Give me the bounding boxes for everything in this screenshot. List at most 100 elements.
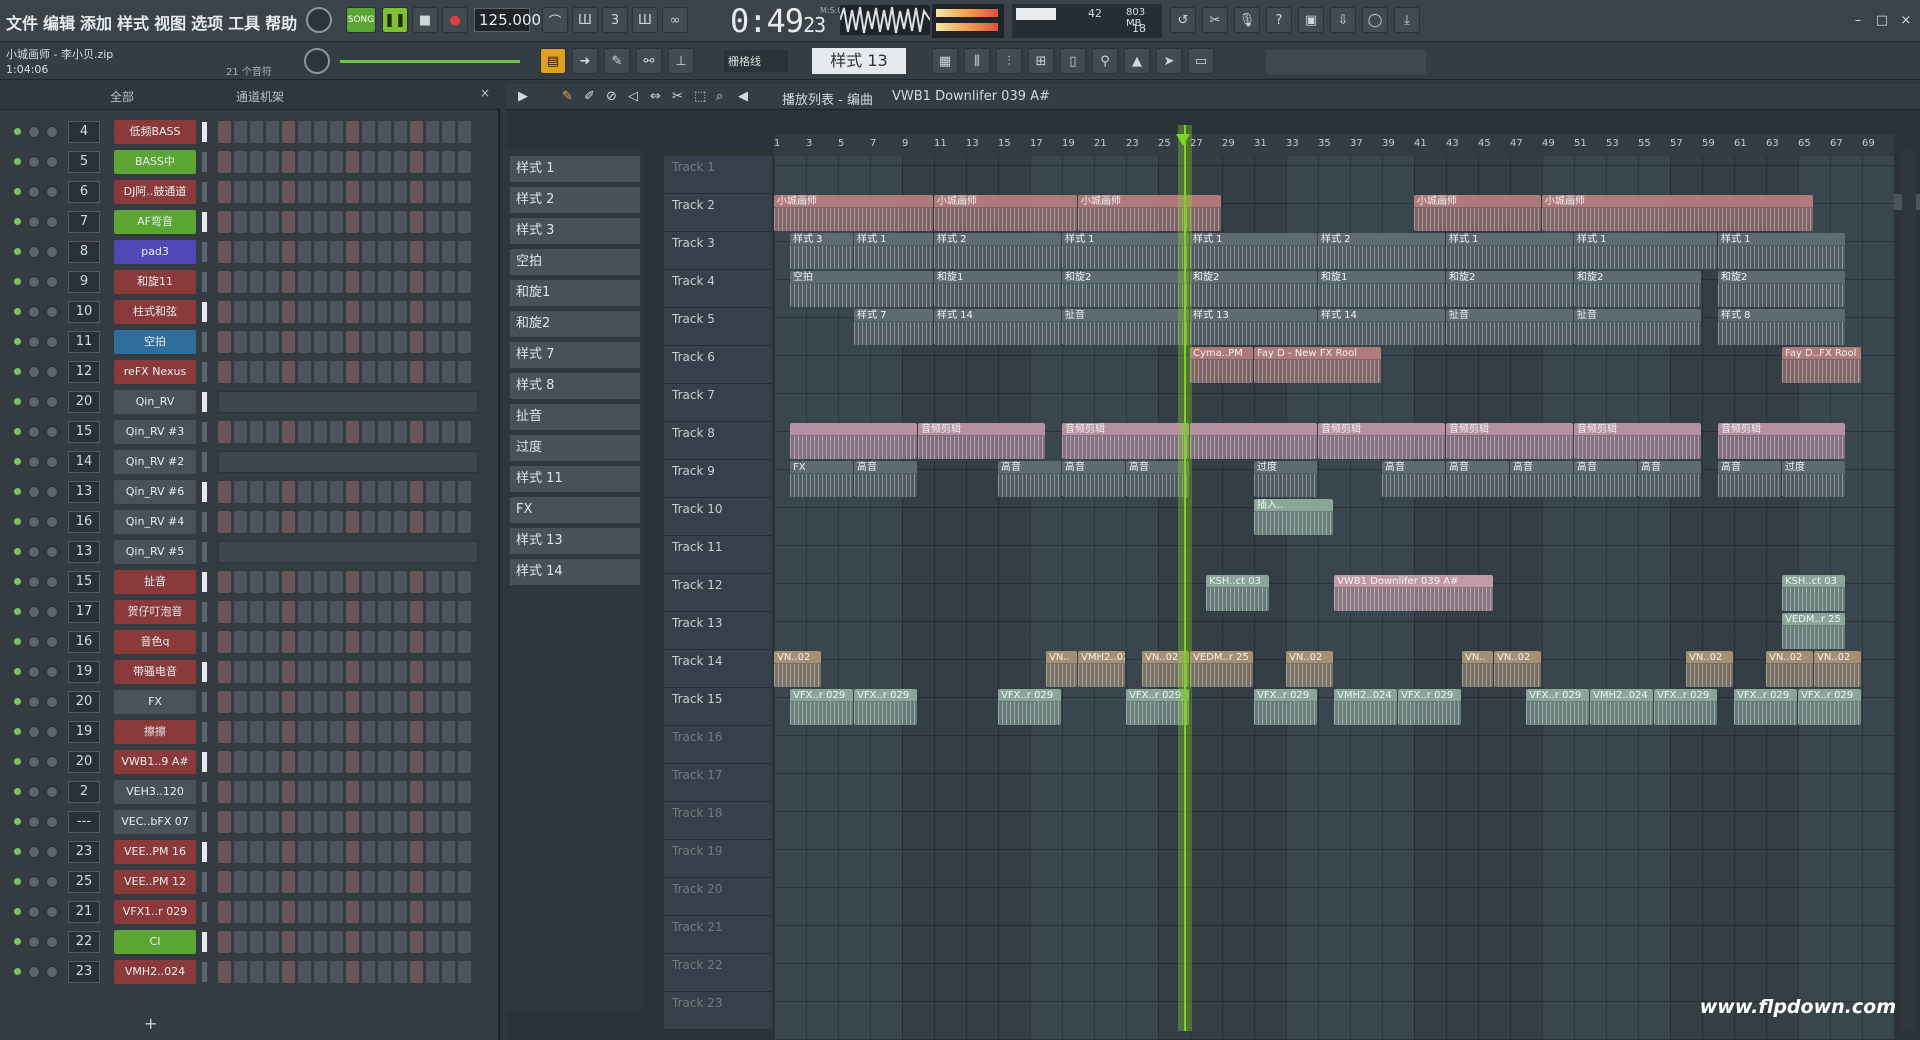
stamp-icon[interactable]: ⊥ bbox=[668, 48, 694, 74]
step-button[interactable] bbox=[346, 331, 359, 353]
channel-volume-knob[interactable] bbox=[46, 126, 58, 138]
channel-mute-led[interactable] bbox=[14, 728, 21, 735]
step-button[interactable] bbox=[250, 631, 263, 653]
playlist-clip[interactable] bbox=[790, 423, 917, 459]
step-button[interactable] bbox=[426, 961, 439, 983]
step-button[interactable] bbox=[426, 871, 439, 893]
channel-select-indicator[interactable] bbox=[202, 212, 207, 232]
channel-pan-knob[interactable] bbox=[28, 246, 40, 258]
channel-mixer-track[interactable]: 20 bbox=[68, 391, 100, 413]
step-button[interactable] bbox=[330, 691, 343, 713]
step-button[interactable] bbox=[250, 481, 263, 503]
step-button[interactable] bbox=[362, 871, 375, 893]
channel-pan-knob[interactable] bbox=[28, 546, 40, 558]
pin-icon[interactable]: ▲ bbox=[1124, 48, 1150, 74]
step-button[interactable] bbox=[346, 571, 359, 593]
step-button[interactable] bbox=[410, 631, 423, 653]
step-button[interactable] bbox=[282, 571, 295, 593]
step-button[interactable] bbox=[250, 121, 263, 143]
channel-volume-knob[interactable] bbox=[46, 966, 58, 978]
step-button[interactable] bbox=[458, 271, 471, 293]
step-button[interactable] bbox=[426, 151, 439, 173]
step-button[interactable] bbox=[330, 781, 343, 803]
track-header[interactable]: Track 5 bbox=[664, 308, 772, 346]
channel-name-button[interactable]: reFX Nexus bbox=[114, 360, 196, 384]
channel-row[interactable]: 19 带骚电音 bbox=[6, 658, 486, 686]
step-sequencer[interactable] bbox=[218, 901, 478, 923]
step-button[interactable] bbox=[426, 781, 439, 803]
playlist-clip[interactable]: VWB1 Downlifer 039 A# bbox=[1334, 575, 1493, 611]
playlist-clip[interactable]: 高音 bbox=[1382, 461, 1445, 497]
channel-select-indicator[interactable] bbox=[202, 392, 207, 412]
step-button[interactable] bbox=[362, 481, 375, 503]
channel-pan-knob[interactable] bbox=[28, 456, 40, 468]
step-button[interactable] bbox=[314, 841, 327, 863]
step-button[interactable] bbox=[314, 871, 327, 893]
step-button[interactable] bbox=[314, 151, 327, 173]
step-button[interactable] bbox=[410, 211, 423, 233]
channel-mute-led[interactable] bbox=[14, 608, 21, 615]
channel-mute-led[interactable] bbox=[14, 908, 21, 915]
step-button[interactable] bbox=[250, 361, 263, 383]
step-button[interactable] bbox=[298, 871, 311, 893]
playlist-clip[interactable]: 样式 2 bbox=[1318, 233, 1445, 269]
step-button[interactable] bbox=[314, 211, 327, 233]
channel-mixer-track[interactable]: 7 bbox=[68, 211, 100, 233]
playlist-clip[interactable]: 样式 1 bbox=[1574, 233, 1717, 269]
step-button[interactable] bbox=[314, 931, 327, 953]
step-button[interactable] bbox=[378, 751, 391, 773]
metronome-icon[interactable]: ⌒ bbox=[542, 7, 568, 33]
step-button[interactable] bbox=[394, 271, 407, 293]
brush-icon[interactable]: ✐ bbox=[584, 89, 595, 104]
step-button[interactable] bbox=[442, 331, 455, 353]
channel-mixer-track[interactable]: 15 bbox=[68, 421, 100, 443]
step-button[interactable] bbox=[234, 421, 247, 443]
menu-item-4[interactable]: 视图 bbox=[154, 10, 186, 34]
step-button[interactable] bbox=[362, 841, 375, 863]
channel-pan-knob[interactable] bbox=[28, 966, 40, 978]
step-button[interactable] bbox=[282, 601, 295, 623]
step-button[interactable] bbox=[314, 361, 327, 383]
channel-pan-knob[interactable] bbox=[28, 606, 40, 618]
playlist-clip[interactable]: 过度 bbox=[1254, 461, 1317, 497]
channel-pan-knob[interactable] bbox=[28, 726, 40, 738]
microphone-icon[interactable]: 🎙 bbox=[1234, 7, 1260, 33]
channel-mute-led[interactable] bbox=[14, 338, 21, 345]
step-button[interactable] bbox=[330, 571, 343, 593]
playlist-clip[interactable]: VN..02 bbox=[1686, 651, 1733, 687]
step-button[interactable] bbox=[266, 691, 279, 713]
playlist-clip[interactable]: 样式 8 bbox=[1718, 309, 1845, 345]
playlist-clip[interactable]: VN.. bbox=[1462, 651, 1493, 687]
step-button[interactable] bbox=[362, 211, 375, 233]
step-button[interactable] bbox=[426, 901, 439, 923]
channel-name-button[interactable]: 空拍 bbox=[114, 330, 196, 354]
undo-icon[interactable]: ↺ bbox=[1170, 7, 1196, 33]
playlist-clip[interactable]: 过度 bbox=[1782, 461, 1845, 497]
step-button[interactable] bbox=[458, 361, 471, 383]
step-button[interactable] bbox=[282, 151, 295, 173]
channel-graph-area[interactable] bbox=[218, 391, 478, 413]
step-button[interactable] bbox=[394, 811, 407, 833]
step-button[interactable] bbox=[346, 871, 359, 893]
step-button[interactable] bbox=[458, 421, 471, 443]
channel-mixer-track[interactable]: 5 bbox=[68, 151, 100, 173]
channel-mixer-track[interactable]: 20 bbox=[68, 751, 100, 773]
playlist-clip[interactable]: 扯音 bbox=[1574, 309, 1701, 345]
step-button[interactable] bbox=[218, 271, 231, 293]
step-button[interactable] bbox=[266, 121, 279, 143]
step-button[interactable] bbox=[234, 631, 247, 653]
step-button[interactable] bbox=[266, 721, 279, 743]
pattern-item[interactable]: 样式 13 bbox=[510, 528, 640, 554]
channel-pan-knob[interactable] bbox=[28, 786, 40, 798]
step-button[interactable] bbox=[266, 601, 279, 623]
step-button[interactable] bbox=[362, 961, 375, 983]
piano-roll-icon[interactable]: ▤ bbox=[540, 48, 566, 74]
channel-mixer-track[interactable]: 25 bbox=[68, 871, 100, 893]
step-button[interactable] bbox=[234, 751, 247, 773]
step-button[interactable] bbox=[266, 901, 279, 923]
step-button[interactable] bbox=[362, 121, 375, 143]
step-button[interactable] bbox=[346, 481, 359, 503]
brush-icon[interactable]: ✎ bbox=[604, 48, 630, 74]
step-button[interactable] bbox=[330, 601, 343, 623]
step-button[interactable] bbox=[314, 181, 327, 203]
